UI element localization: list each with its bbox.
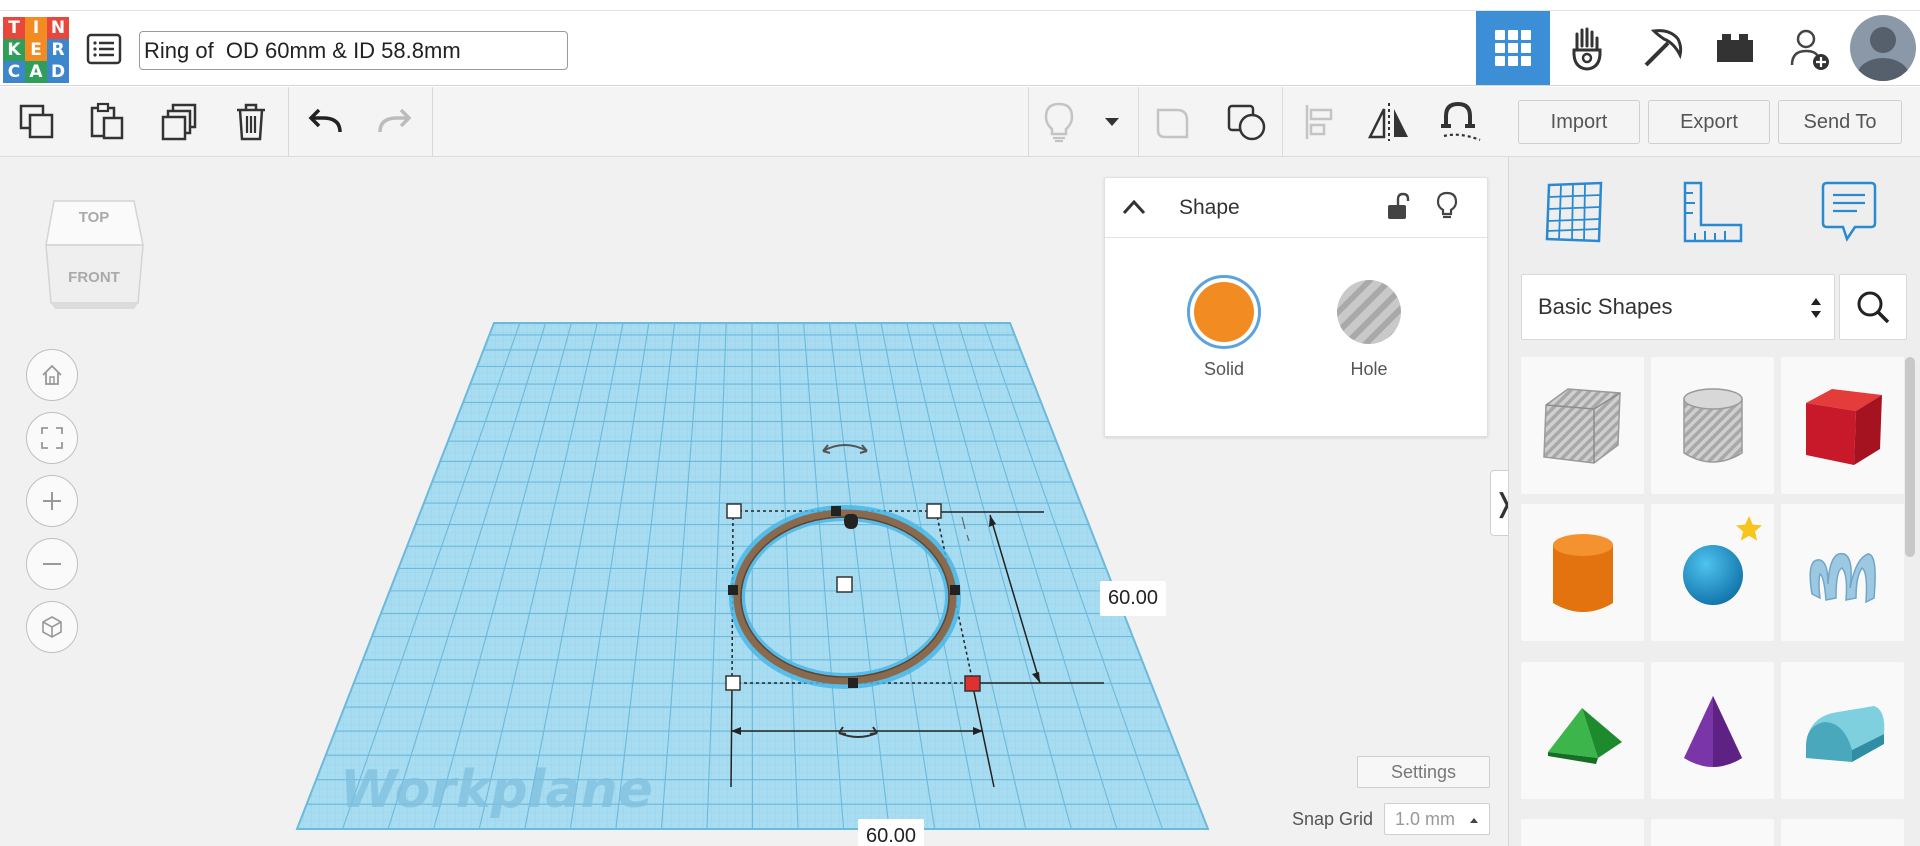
lift-handle-icon[interactable] [844, 513, 858, 529]
side-handle[interactable] [831, 506, 841, 516]
shape-panel-title: Shape [1179, 196, 1240, 219]
3d-view-grid-icon[interactable] [1476, 11, 1550, 85]
logo-letter: N [47, 17, 69, 39]
resize-handle[interactable] [725, 675, 741, 691]
visibility-bulb-icon[interactable] [1435, 190, 1459, 222]
edit-toolbar: Import Export Send To [0, 87, 1920, 157]
shape-cylinder-hole[interactable] [1651, 357, 1774, 494]
height-handle[interactable] [836, 576, 853, 593]
view-cube-top-label: TOP [78, 209, 110, 226]
unlock-icon[interactable] [1385, 192, 1411, 222]
top-bar: TINKERCAD [0, 10, 1920, 86]
mirror-icon[interactable] [1366, 99, 1412, 145]
logo-letter: I [25, 17, 47, 39]
settings-button[interactable]: Settings [1357, 756, 1490, 788]
workplane-watermark: Workplane [340, 760, 653, 820]
view-cube-front-label: FRONT [68, 269, 120, 286]
favorite-star-icon[interactable] [1734, 514, 1764, 544]
add-user-icon[interactable] [1772, 11, 1846, 85]
zoom-in-icon[interactable] [26, 475, 78, 527]
shape-round-roof[interactable] [1781, 662, 1904, 799]
group-icon[interactable] [1150, 99, 1196, 145]
shape-cylinder[interactable] [1521, 504, 1644, 641]
resize-handle[interactable] [726, 503, 742, 519]
shape-roof[interactable] [1521, 662, 1644, 799]
resize-handle-active[interactable] [964, 675, 981, 692]
ungroup-icon[interactable] [1224, 99, 1270, 145]
dropdown-arrow-icon[interactable] [1090, 99, 1134, 145]
shape-more[interactable] [1781, 819, 1904, 846]
view-cube[interactable]: TOP FRONT [40, 193, 148, 315]
redo-icon[interactable] [372, 99, 418, 145]
fit-view-icon[interactable] [26, 412, 78, 464]
side-handle[interactable] [728, 585, 738, 595]
shape-scribble[interactable] [1781, 504, 1904, 641]
notes-icon[interactable] [1821, 179, 1877, 250]
send-to-button[interactable]: Send To [1778, 100, 1902, 144]
logo-letter: R [47, 39, 69, 61]
align-icon[interactable] [1296, 99, 1342, 145]
sidebar-scrollbar[interactable] [1905, 357, 1915, 557]
shape-category-select[interactable]: Basic Shapes [1521, 274, 1835, 340]
collapse-chevron-icon[interactable] [1121, 198, 1147, 216]
shape-category-value: Basic Shapes [1538, 294, 1673, 319]
hole-label: Hole [1350, 359, 1388, 379]
solid-color-swatch[interactable] [1194, 282, 1254, 342]
ruler-icon[interactable] [1681, 179, 1745, 250]
hole-option[interactable] [1337, 280, 1401, 344]
snap-grid-label: Snap Grid [1292, 809, 1374, 829]
show-all-icon[interactable] [1036, 99, 1082, 145]
logo-letter: A [25, 61, 47, 83]
shape-more[interactable] [1651, 819, 1774, 846]
shape-cone[interactable] [1651, 662, 1774, 799]
home-icon[interactable] [26, 349, 78, 401]
shape-more[interactable] [1521, 819, 1644, 846]
shape-inspector-panel: Shape Solid Hole [1104, 177, 1488, 437]
logo-letter: E [25, 39, 47, 61]
logo-letter: C [3, 61, 25, 83]
brick-icon[interactable] [1698, 11, 1772, 85]
side-handle[interactable] [950, 585, 960, 595]
shape-sphere[interactable] [1651, 504, 1774, 641]
copy-icon[interactable] [14, 99, 60, 145]
logo-letter: D [47, 61, 69, 83]
solid-option[interactable] [1187, 275, 1261, 349]
workplane-magnet-icon[interactable] [1438, 99, 1484, 145]
side-handle[interactable] [848, 678, 858, 688]
logo-letter: K [3, 39, 25, 61]
workplane-grid-icon[interactable] [1543, 179, 1607, 250]
shape-box-hole[interactable] [1521, 357, 1644, 494]
minecraft-pickaxe-icon[interactable] [1624, 11, 1698, 85]
snap-grid-select[interactable]: 1.0 mm [1384, 803, 1490, 835]
shape-search-icon[interactable] [1839, 274, 1907, 340]
export-button[interactable]: Export [1648, 100, 1770, 144]
caret-up-icon [1470, 818, 1478, 823]
snap-grid-value: 1.0 mm [1395, 808, 1456, 829]
shape-box[interactable] [1781, 357, 1904, 494]
width-dimension-label[interactable]: 60.00 [858, 819, 925, 846]
solid-label: Solid [1203, 359, 1245, 379]
logo-letter: T [3, 17, 25, 39]
circuits-hand-icon[interactable] [1550, 11, 1624, 85]
designs-list-icon[interactable] [86, 31, 122, 67]
design-title-input[interactable] [139, 31, 568, 70]
shape-panel-header: Shape [1105, 178, 1487, 238]
tinkercad-logo[interactable]: TINKERCAD [3, 17, 69, 83]
zoom-out-icon[interactable] [26, 538, 78, 590]
duplicate-icon[interactable] [156, 99, 202, 145]
import-button[interactable]: Import [1518, 100, 1640, 144]
resize-handle[interactable] [926, 503, 942, 519]
shapes-sidebar: Basic Shapes [1508, 157, 1920, 846]
select-arrows-icon [1811, 298, 1821, 318]
user-avatar[interactable] [1846, 11, 1920, 85]
delete-icon[interactable] [228, 99, 274, 145]
ortho-view-icon[interactable] [26, 601, 78, 653]
top-right-nav [1476, 11, 1920, 87]
paste-icon[interactable] [84, 99, 130, 145]
depth-dimension-label[interactable]: 60.00 [1100, 581, 1167, 616]
undo-icon[interactable] [302, 99, 348, 145]
